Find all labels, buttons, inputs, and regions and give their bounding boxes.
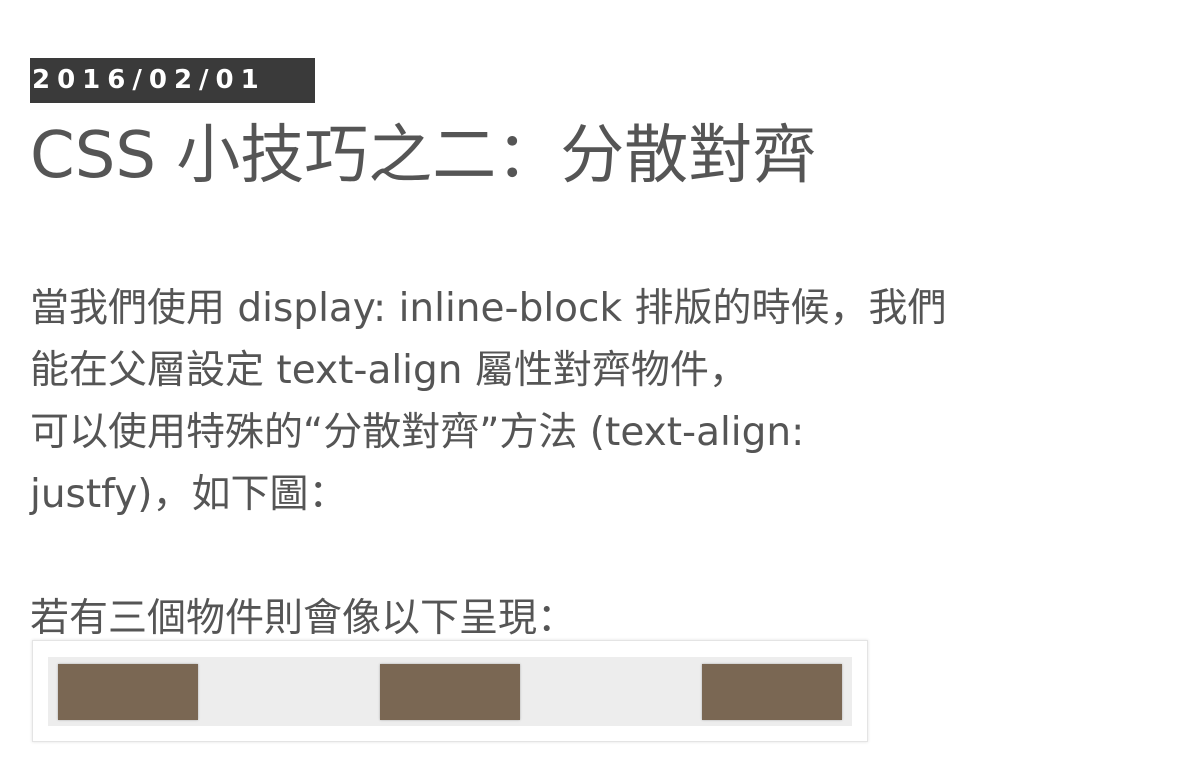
paragraph-line: 能在父層設定 text-align 屬性對齊物件，: [30, 348, 748, 393]
demo-box: [58, 663, 198, 720]
post-body: 當我們使用 display: inline-block 排版的時候，我們 能在父…: [30, 278, 1150, 650]
post-date-badge: 2016/02/01: [30, 58, 315, 103]
paragraph-line: 當我們使用 display: inline-block 排版的時候，我們: [30, 286, 947, 331]
paragraph-line: justfy)，如下圖：: [30, 472, 348, 517]
paragraph-line: 可以使用特殊的“分散對齊”方法 (text-align:: [30, 410, 805, 455]
demo-box: [380, 663, 520, 720]
post-title: CSS 小技巧之二：分散對齊: [30, 119, 817, 193]
demo-box: [702, 663, 842, 720]
demo-container: [48, 657, 852, 726]
justify-demo-figure: [32, 640, 868, 742]
